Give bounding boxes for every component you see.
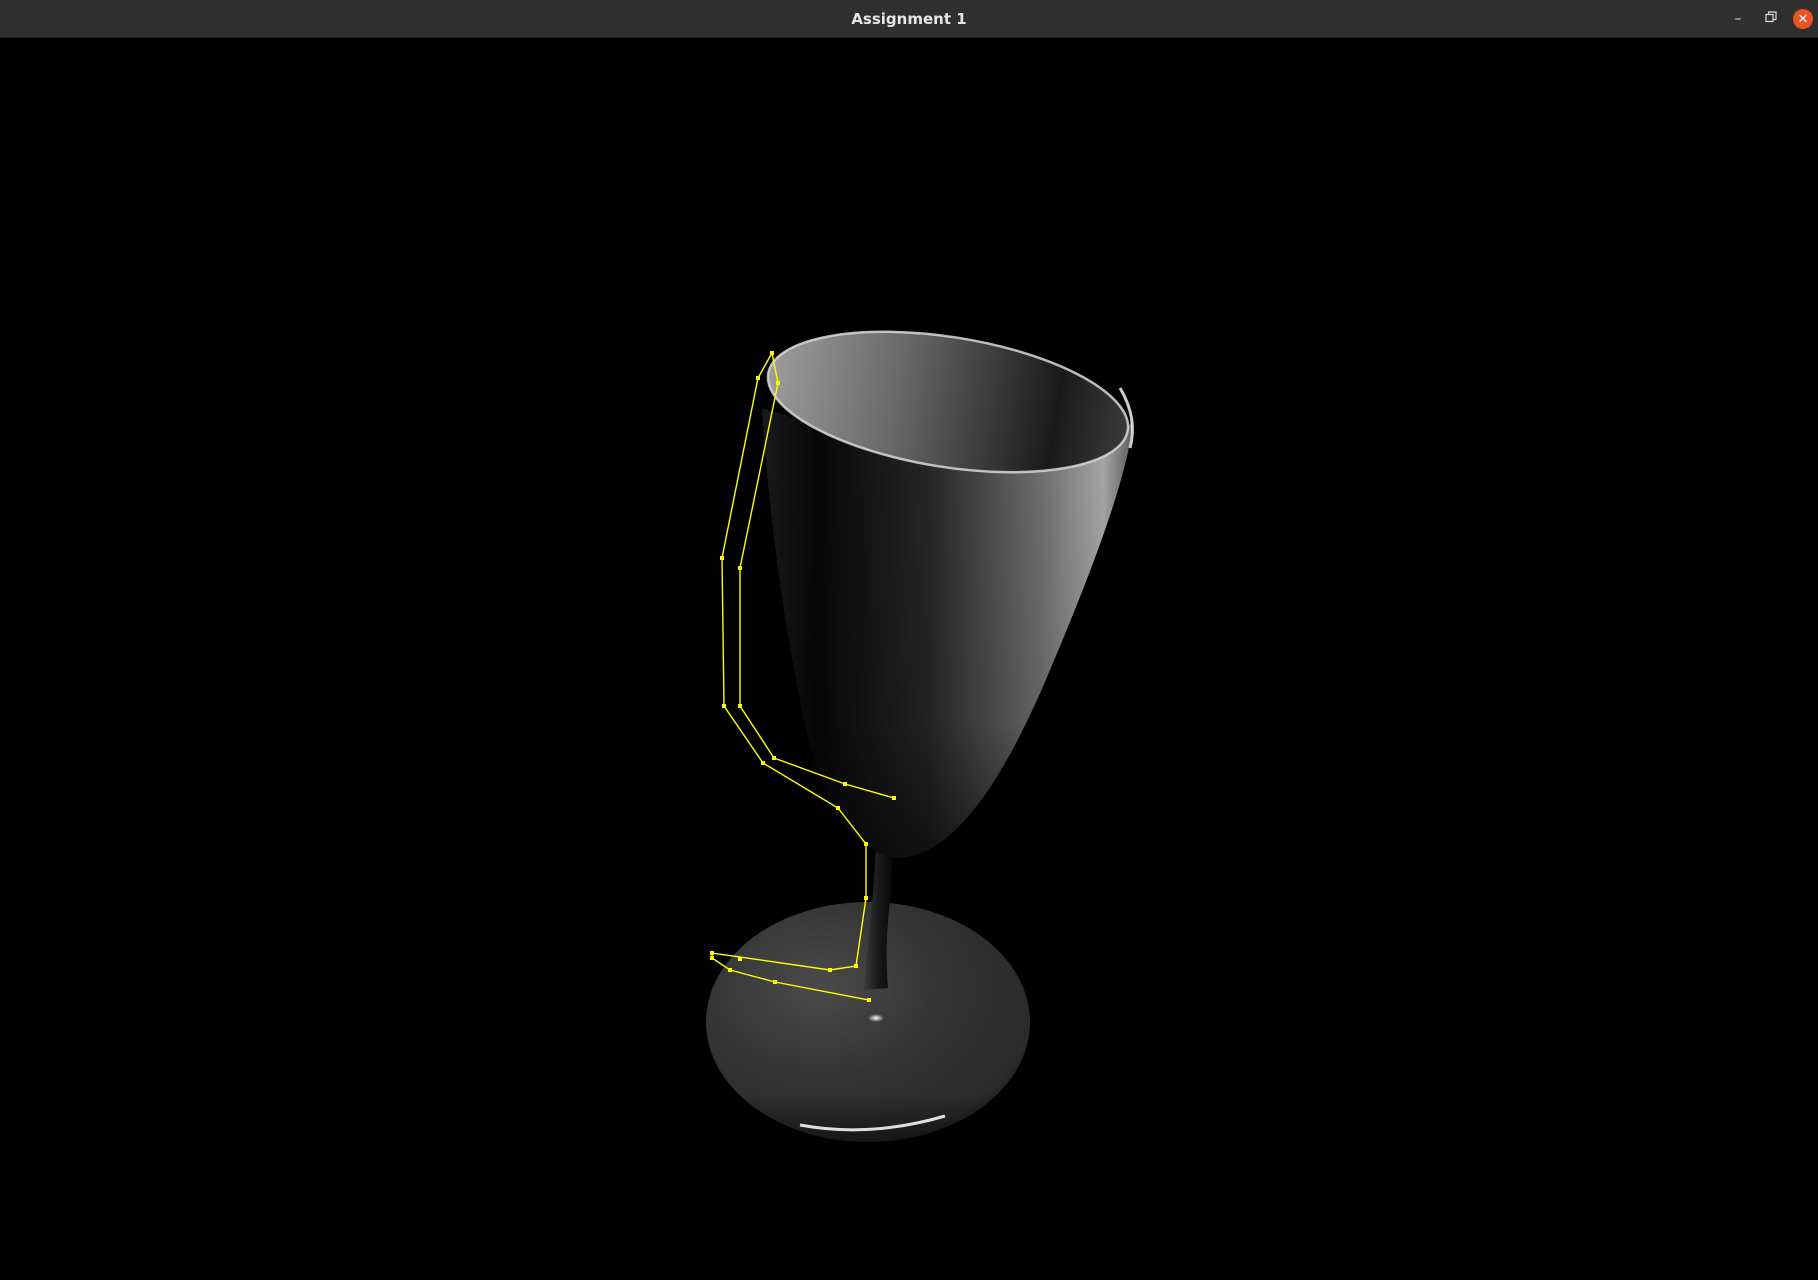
minimize-button[interactable]: –: [1726, 7, 1750, 31]
render-viewport[interactable]: [0, 38, 1818, 1280]
app-window: Assignment 1 – ✕: [0, 0, 1818, 1280]
close-button[interactable]: ✕: [1793, 9, 1813, 29]
restore-icon: [1765, 11, 1777, 27]
minimize-icon: –: [1734, 11, 1742, 27]
restore-button[interactable]: [1759, 7, 1783, 31]
title-bar[interactable]: Assignment 1 – ✕: [0, 0, 1818, 38]
goblet-base: [706, 902, 1030, 1142]
window-title: Assignment 1: [851, 10, 967, 28]
scene-canvas: [706, 330, 1134, 1142]
goblet-cup: [762, 330, 1134, 858]
close-icon: ✕: [1797, 11, 1809, 27]
